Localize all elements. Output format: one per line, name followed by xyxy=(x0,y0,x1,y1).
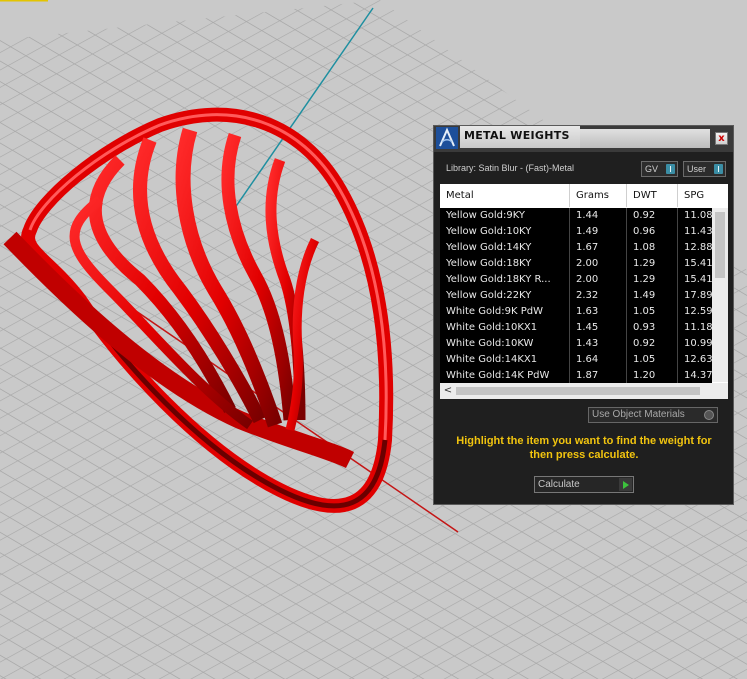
table-cell-grams: 1.64 xyxy=(570,352,627,368)
table-row[interactable]: White Gold:14K PdW 1.87 1.20 14.37 xyxy=(440,368,713,384)
table-cell-metal: Yellow Gold:18KY R... xyxy=(440,272,570,288)
table-cell-dwt: 1.05 xyxy=(627,352,678,368)
gv-toggle-label: GV xyxy=(645,164,659,174)
table-cell-metal: White Gold:10KX1 xyxy=(440,320,570,336)
column-header-spg[interactable]: SPG xyxy=(678,184,728,207)
table-cell-grams: 1.44 xyxy=(570,208,627,224)
horizontal-scroll-thumb[interactable] xyxy=(456,387,700,395)
table-row[interactable]: White Gold:9K PdW 1.63 1.05 12.59 xyxy=(440,304,713,320)
horizontal-scrollbar[interactable]: < xyxy=(440,383,728,399)
metal-table: Metal Grams DWT SPG Yellow Gold:9KY 1.44 0… xyxy=(440,184,728,399)
app-logo-icon xyxy=(436,127,458,149)
play-arrow-icon xyxy=(619,478,632,491)
table-cell-dwt: 1.20 xyxy=(627,368,678,384)
table-row[interactable]: White Gold:10KX1 1.45 0.93 11.18 xyxy=(440,320,713,336)
table-cell-metal: Yellow Gold:18KY xyxy=(440,256,570,272)
column-header-metal[interactable]: Metal xyxy=(440,184,570,207)
table-cell-dwt: 1.08 xyxy=(627,240,678,256)
table-cell-metal: Yellow Gold:14KY xyxy=(440,240,570,256)
table-row[interactable]: Yellow Gold:22KY 2.32 1.49 17.89 xyxy=(440,288,713,304)
table-cell-grams: 2.00 xyxy=(570,272,627,288)
title-strip xyxy=(580,129,710,148)
table-cell-metal: White Gold:14K PdW xyxy=(440,368,570,384)
table-cell-metal: White Gold:14KX1 xyxy=(440,352,570,368)
table-cell-dwt: 0.96 xyxy=(627,224,678,240)
gv-toggle[interactable]: GV xyxy=(641,161,678,177)
table-cell-metal: Yellow Gold:22KY xyxy=(440,288,570,304)
table-cell-metal: White Gold:9K PdW xyxy=(440,304,570,320)
table-row[interactable]: Yellow Gold:10KY 1.49 0.96 11.43 xyxy=(440,224,713,240)
table-row[interactable]: Yellow Gold:14KY 1.67 1.08 12.88 xyxy=(440,240,713,256)
table-cell-grams: 2.32 xyxy=(570,288,627,304)
vertical-scroll-thumb[interactable] xyxy=(715,212,725,278)
scroll-left-arrow-icon[interactable]: < xyxy=(442,384,454,398)
table-cell-dwt: 0.93 xyxy=(627,320,678,336)
table-cell-grams: 1.87 xyxy=(570,368,627,384)
table-cell-metal: White Gold:10KW xyxy=(440,336,570,352)
table-cell-dwt: 0.92 xyxy=(627,336,678,352)
table-body: Yellow Gold:9KY 1.44 0.92 11.08 Yellow Gold:… xyxy=(440,208,713,384)
table-cell-grams: 2.00 xyxy=(570,256,627,272)
library-label: Library: Satin Blur - (Fast)-Metal xyxy=(446,163,575,173)
table-cell-metal: Yellow Gold:9KY xyxy=(440,208,570,224)
column-header-dwt[interactable]: DWT xyxy=(627,184,678,207)
close-button[interactable]: x xyxy=(715,132,728,145)
use-object-materials-label: Use Object Materials xyxy=(592,409,685,420)
table-row[interactable]: Yellow Gold:18KY 2.00 1.29 15.41 xyxy=(440,256,713,272)
table-cell-dwt: 1.29 xyxy=(627,272,678,288)
user-toggle-knob-icon xyxy=(714,164,723,174)
panel-titlebar[interactable]: METAL WEIGHTS x xyxy=(434,126,733,152)
table-row[interactable]: White Gold:10KW 1.43 0.92 10.99 xyxy=(440,336,713,352)
instruction-text: Highlight the item you want to find the … xyxy=(456,435,712,461)
user-toggle[interactable]: User xyxy=(683,161,726,177)
table-header: Metal Grams DWT SPG xyxy=(440,184,728,207)
vertical-scrollbar[interactable] xyxy=(712,208,728,382)
table-row[interactable]: White Gold:14KX1 1.64 1.05 12.63 xyxy=(440,352,713,368)
table-cell-grams: 1.67 xyxy=(570,240,627,256)
radio-icon xyxy=(704,410,714,420)
table-cell-metal: Yellow Gold:10KY xyxy=(440,224,570,240)
panel-title: METAL WEIGHTS xyxy=(464,129,570,142)
calculate-button[interactable]: Calculate xyxy=(534,476,634,493)
table-cell-dwt: 0.92 xyxy=(627,208,678,224)
gv-toggle-knob-icon xyxy=(666,164,675,174)
use-object-materials-toggle[interactable]: Use Object Materials xyxy=(588,407,718,423)
table-cell-grams: 1.45 xyxy=(570,320,627,336)
table-cell-grams: 1.43 xyxy=(570,336,627,352)
table-cell-grams: 1.49 xyxy=(570,224,627,240)
table-cell-dwt: 1.05 xyxy=(627,304,678,320)
table-cell-dwt: 1.29 xyxy=(627,256,678,272)
calculate-label: Calculate xyxy=(538,479,580,490)
user-toggle-label: User xyxy=(687,164,707,174)
table-row[interactable]: Yellow Gold:18KY R... 2.00 1.29 15.41 xyxy=(440,272,713,288)
table-cell-grams: 1.63 xyxy=(570,304,627,320)
metal-weights-panel: METAL WEIGHTS x Library: Satin Blur - (F… xyxy=(433,125,734,505)
table-cell-dwt: 1.49 xyxy=(627,288,678,304)
table-row[interactable]: Yellow Gold:9KY 1.44 0.92 11.08 xyxy=(440,208,713,224)
column-header-grams[interactable]: Grams xyxy=(570,184,627,207)
